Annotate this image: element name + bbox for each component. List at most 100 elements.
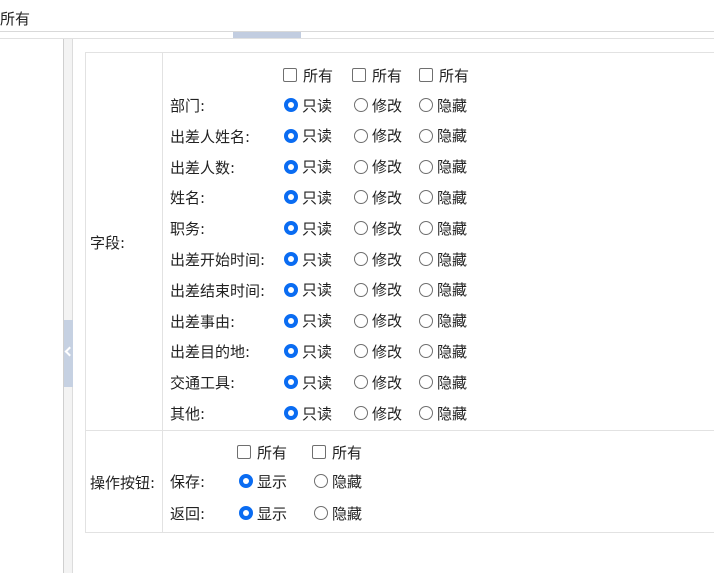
radio-checked[interactable] — [239, 506, 253, 520]
all-checkbox[interactable] — [419, 68, 433, 82]
option-2[interactable]: 修改 — [354, 124, 402, 148]
option-label: 隐藏 — [437, 96, 468, 115]
option-3[interactable]: 隐藏 — [419, 309, 467, 333]
radio-checked[interactable] — [284, 313, 298, 328]
radio-unchecked[interactable] — [354, 375, 368, 390]
radio-unchecked[interactable] — [354, 344, 368, 359]
radio-unchecked[interactable] — [419, 98, 433, 112]
all-toggle-1[interactable]: 所有 — [283, 63, 333, 87]
radio-unchecked[interactable] — [419, 406, 433, 420]
radio-checked[interactable] — [284, 282, 298, 297]
all-checkbox[interactable] — [352, 68, 366, 82]
radio-checked[interactable] — [284, 375, 298, 390]
radio-checked[interactable] — [284, 406, 298, 420]
option-1[interactable]: 只读 — [284, 401, 332, 425]
option-1[interactable]: 只读 — [284, 339, 332, 363]
radio-unchecked[interactable] — [354, 128, 368, 143]
field-label: 其他: — [170, 405, 206, 423]
radio-unchecked[interactable] — [419, 282, 433, 297]
radio-checked[interactable] — [284, 159, 298, 174]
radio-unchecked[interactable] — [419, 313, 433, 328]
option-3[interactable]: 隐藏 — [419, 93, 467, 117]
radio-checked[interactable] — [284, 344, 298, 359]
option-label: 修改 — [372, 158, 403, 177]
radio-unchecked[interactable] — [419, 344, 433, 359]
option-label: 隐藏 — [437, 281, 468, 300]
option-1[interactable]: 只读 — [284, 370, 332, 394]
option-1[interactable]: 只读 — [284, 93, 332, 117]
option-3[interactable]: 隐藏 — [419, 124, 467, 148]
radio-unchecked[interactable] — [354, 406, 368, 420]
field-label: 交通工具: — [170, 374, 236, 393]
option-2[interactable]: 修改 — [354, 247, 402, 271]
option-2[interactable]: 隐藏 — [314, 501, 362, 525]
radio-unchecked[interactable] — [354, 190, 368, 205]
option-1[interactable]: 显示 — [239, 501, 287, 525]
option-1[interactable]: 只读 — [284, 185, 332, 209]
option-3[interactable]: 隐藏 — [419, 401, 467, 425]
fields_section-row: 职务: 只读 修改 隐藏 — [170, 213, 490, 243]
option-2[interactable]: 修改 — [354, 216, 402, 240]
option-3[interactable]: 隐藏 — [419, 155, 467, 179]
radio-unchecked[interactable] — [354, 221, 368, 236]
field-label: 出差事由: — [170, 312, 236, 331]
fields_section-row: 部门: 只读 修改 隐藏 — [170, 90, 490, 120]
option-label: 只读 — [302, 281, 333, 300]
radio-unchecked[interactable] — [354, 98, 368, 112]
option-2[interactable]: 修改 — [354, 339, 402, 363]
collapse-panel-button[interactable] — [64, 320, 73, 387]
radio-unchecked[interactable] — [354, 252, 368, 266]
radio-unchecked[interactable] — [354, 282, 368, 297]
option-label: 只读 — [302, 342, 333, 361]
option-3[interactable]: 隐藏 — [419, 247, 467, 271]
radio-checked[interactable] — [239, 474, 253, 488]
all-checkbox[interactable] — [312, 445, 326, 459]
option-1[interactable]: 只读 — [284, 155, 332, 179]
option-2[interactable]: 修改 — [354, 155, 402, 179]
radio-unchecked[interactable] — [419, 375, 433, 390]
radio-unchecked[interactable] — [314, 506, 328, 520]
radio-checked[interactable] — [284, 221, 298, 236]
radio-unchecked[interactable] — [419, 252, 433, 266]
option-2[interactable]: 修改 — [354, 93, 402, 117]
all-checkbox-label: 所有 — [257, 443, 288, 462]
option-1[interactable]: 只读 — [284, 216, 332, 240]
all-toggle-1[interactable]: 所有 — [237, 440, 287, 464]
option-1[interactable]: 只读 — [284, 247, 332, 271]
option-2[interactable]: 修改 — [354, 185, 402, 209]
radio-unchecked[interactable] — [419, 159, 433, 174]
radio-checked[interactable] — [284, 128, 298, 143]
radio-unchecked[interactable] — [419, 128, 433, 143]
option-3[interactable]: 隐藏 — [419, 278, 467, 302]
option-2[interactable]: 修改 — [354, 370, 402, 394]
option-3[interactable]: 隐藏 — [419, 216, 467, 240]
radio-checked[interactable] — [284, 98, 298, 112]
field-label: 保存: — [170, 473, 206, 491]
all-checkbox[interactable] — [237, 445, 251, 459]
option-2[interactable]: 修改 — [354, 401, 402, 425]
all-toggle-2[interactable]: 所有 — [312, 440, 362, 464]
radio-unchecked[interactable] — [419, 221, 433, 236]
option-2[interactable]: 隐藏 — [314, 469, 362, 493]
option-1[interactable]: 只读 — [284, 278, 332, 302]
all-toggle-3[interactable]: 所有 — [419, 63, 469, 87]
option-3[interactable]: 隐藏 — [419, 185, 467, 209]
option-3[interactable]: 隐藏 — [419, 370, 467, 394]
option-1[interactable]: 只读 — [284, 124, 332, 148]
radio-unchecked[interactable] — [419, 190, 433, 205]
radio-checked[interactable] — [284, 252, 298, 266]
radio-unchecked[interactable] — [354, 159, 368, 174]
all-toggle-2[interactable]: 所有 — [352, 63, 402, 87]
option-3[interactable]: 隐藏 — [419, 339, 467, 363]
option-1[interactable]: 显示 — [239, 469, 287, 493]
all-checkbox[interactable] — [283, 68, 297, 82]
radio-unchecked[interactable] — [314, 474, 328, 488]
option-label: 隐藏 — [437, 158, 468, 177]
option-2[interactable]: 修改 — [354, 278, 402, 302]
radio-checked[interactable] — [284, 190, 298, 205]
radio-unchecked[interactable] — [354, 313, 368, 328]
option-label: 修改 — [372, 188, 403, 207]
option-2[interactable]: 修改 — [354, 309, 402, 333]
table-border — [85, 52, 86, 533]
option-1[interactable]: 只读 — [284, 309, 332, 333]
